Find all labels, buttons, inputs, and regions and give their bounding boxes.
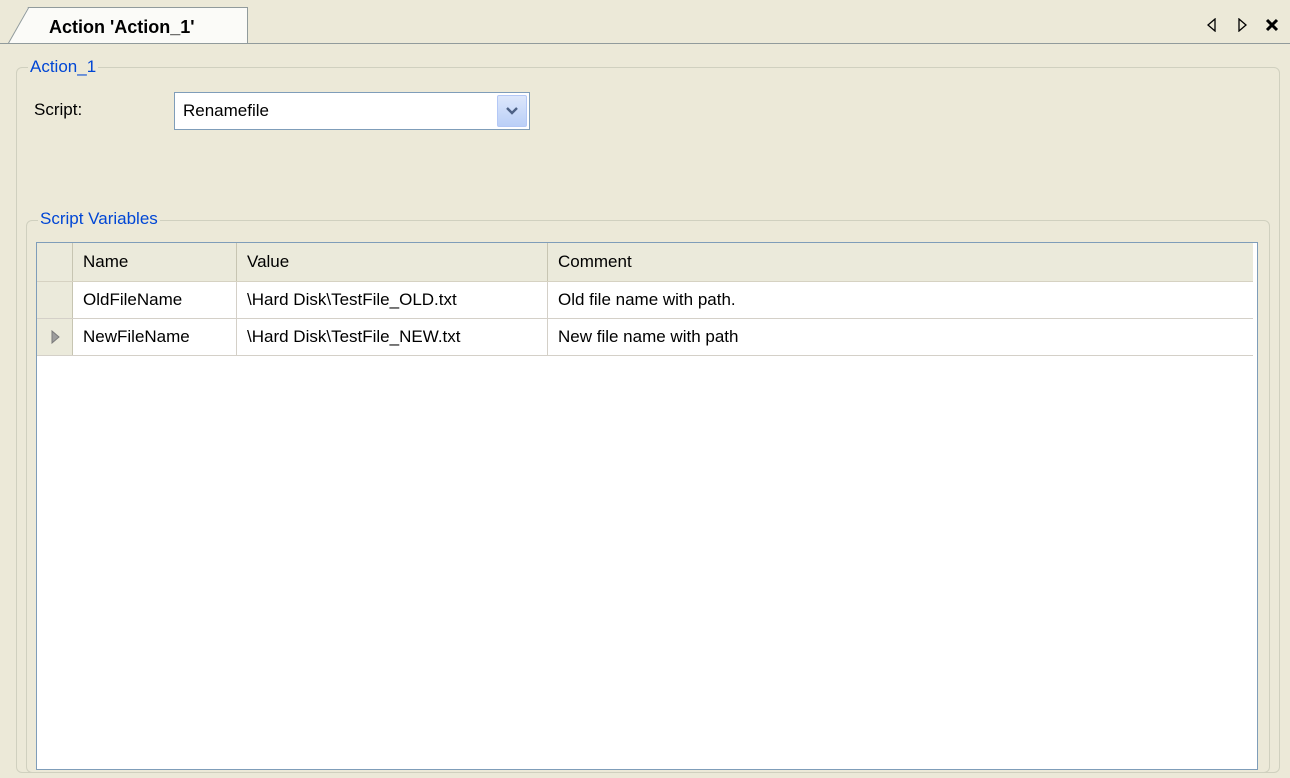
row-header[interactable] [37,319,73,355]
action-panel: Action_1 Script: Renamefile Script Varia… [8,44,1286,778]
cell-name[interactable]: OldFileName [73,282,237,318]
cell-comment[interactable]: New file name with path [548,319,1253,355]
script-variables-grid[interactable]: Name Value Comment OldFileName \Hard Dis… [36,242,1258,770]
chevron-down-icon[interactable] [497,95,527,127]
row-header[interactable] [37,282,73,318]
table-row[interactable]: NewFileName \Hard Disk\TestFile_NEW.txt … [37,319,1253,356]
cell-comment[interactable]: Old file name with path. [548,282,1253,318]
action-group-legend: Action_1 [28,57,99,77]
script-label: Script: [34,100,83,119]
script-dropdown-value: Renamefile [183,101,269,120]
scroll-tabs-right-icon[interactable] [1234,15,1250,35]
tab-action-1[interactable]: Action 'Action_1' [8,7,248,44]
cell-name[interactable]: NewFileName [73,319,237,355]
close-icon[interactable] [1264,15,1280,35]
scroll-tabs-left-icon[interactable] [1204,15,1220,35]
script-dropdown[interactable]: Renamefile [174,92,530,130]
cell-value[interactable]: \Hard Disk\TestFile_NEW.txt [237,319,548,355]
grid-corner-cell[interactable] [37,243,73,281]
column-header-comment[interactable]: Comment [548,243,1253,281]
document-tab-strip: Action 'Action_1' [0,0,1290,44]
current-row-indicator-icon [51,330,60,344]
column-header-name[interactable]: Name [73,243,237,281]
tab-slant-edge [8,7,30,44]
cell-value[interactable]: \Hard Disk\TestFile_OLD.txt [237,282,548,318]
table-row[interactable]: OldFileName \Hard Disk\TestFile_OLD.txt … [37,282,1253,319]
column-header-value[interactable]: Value [237,243,548,281]
tab-controls [1204,13,1280,37]
script-variables-legend: Script Variables [38,209,160,229]
tab-title: Action 'Action_1' [49,17,195,37]
grid-header: Name Value Comment [37,243,1253,282]
